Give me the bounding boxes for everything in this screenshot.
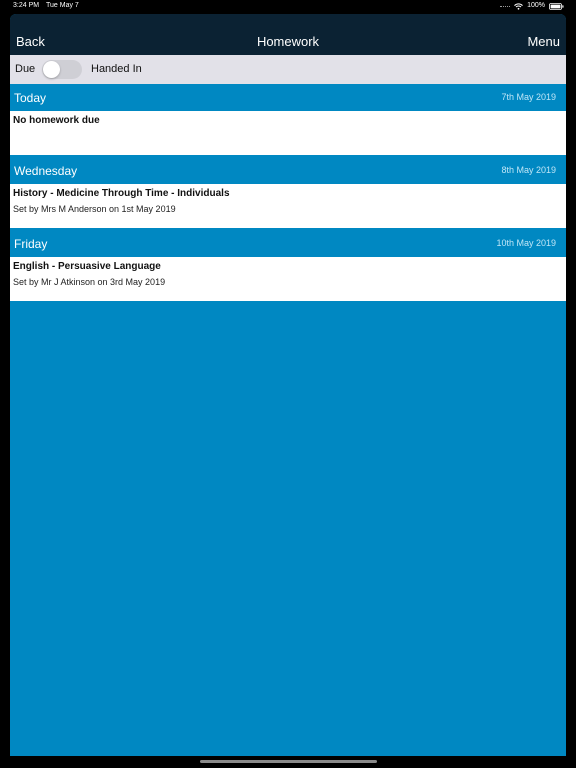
section-day: Today bbox=[14, 91, 47, 105]
homework-title: No homework due bbox=[13, 115, 100, 126]
homework-row[interactable]: No homework due bbox=[10, 111, 566, 155]
menu-button[interactable]: Menu bbox=[527, 34, 560, 49]
status-bar: 3:24 PM Tue May 7 100% bbox=[0, 0, 576, 12]
battery-percent: 100% bbox=[527, 2, 545, 9]
status-indicators: 100% bbox=[500, 0, 564, 12]
section-day: Friday bbox=[14, 237, 48, 251]
toggle-knob bbox=[43, 61, 60, 78]
navigation-bar: Back Homework Menu bbox=[10, 14, 566, 55]
due-handed-in-filter: Due Handed In bbox=[10, 55, 566, 84]
home-indicator[interactable] bbox=[200, 760, 377, 763]
due-handed-in-toggle[interactable] bbox=[42, 60, 82, 79]
section-date: 7th May 2019 bbox=[501, 92, 556, 102]
homework-title: English - Persuasive Language bbox=[13, 261, 161, 272]
homework-subtitle: Set by Mr J Atkinson on 3rd May 2019 bbox=[13, 277, 166, 287]
due-label: Due bbox=[15, 63, 36, 75]
homework-row[interactable]: English - Persuasive Language Set by Mr … bbox=[10, 257, 566, 301]
section-header-wednesday: Wednesday 8th May 2019 bbox=[10, 157, 566, 184]
section-day: Wednesday bbox=[14, 164, 78, 178]
section-header-today: Today 7th May 2019 bbox=[10, 84, 566, 111]
section-header-friday: Friday 10th May 2019 bbox=[10, 230, 566, 257]
homework-row[interactable]: History - Medicine Through Time - Indivi… bbox=[10, 184, 566, 228]
battery-icon bbox=[549, 2, 564, 10]
status-time: 3:24 PM bbox=[13, 2, 40, 9]
section-date: 8th May 2019 bbox=[501, 165, 556, 175]
status-date: Tue May 7 bbox=[46, 2, 79, 9]
homework-subtitle: Set by Mrs M Anderson on 1st May 2019 bbox=[13, 204, 176, 214]
page-title: Homework bbox=[256, 34, 320, 49]
homework-title: History - Medicine Through Time - Indivi… bbox=[13, 188, 230, 199]
section-date: 10th May 2019 bbox=[496, 238, 556, 248]
handed-in-label: Handed In bbox=[91, 63, 142, 75]
signal-icon bbox=[500, 5, 511, 10]
app-window: Back Homework Menu Due Handed In Today 7… bbox=[10, 14, 566, 756]
wifi-icon bbox=[514, 2, 523, 10]
